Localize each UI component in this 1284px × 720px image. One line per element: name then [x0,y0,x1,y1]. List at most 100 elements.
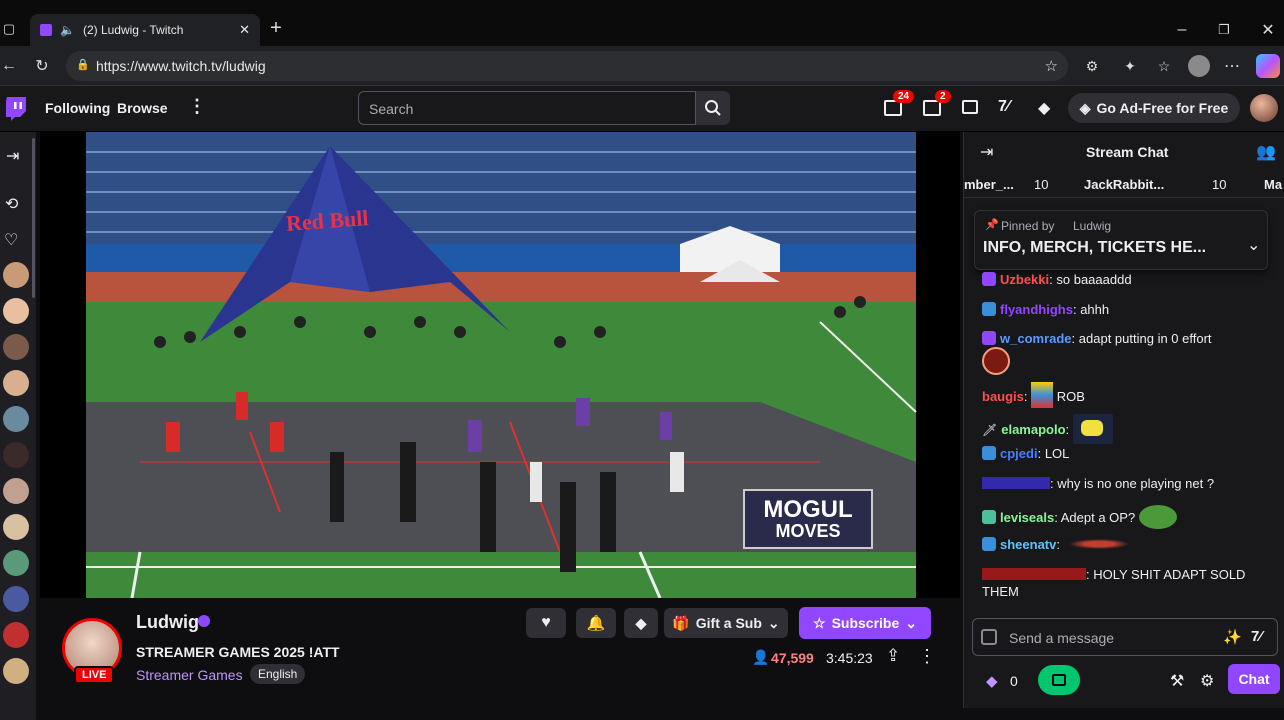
bits-icon[interactable]: 7⁄ [1251,628,1262,645]
notification-bell-button[interactable]: 🔔 [576,608,616,638]
channel-avatar[interactable] [3,478,29,504]
chat-username[interactable]: sheenatv [1000,537,1056,552]
redacted-username[interactable] [982,477,1050,489]
search-button[interactable] [696,91,730,125]
chat-username[interactable]: cpjedi [1000,446,1038,461]
back-icon[interactable]: ← [0,56,18,76]
leaderboard-name[interactable]: mber_... [964,177,1014,192]
subscribe-button[interactable]: ☆ Subscribe ⌄ [799,607,931,639]
stream-title: STREAMER GAMES 2025 !ATT [136,644,340,660]
badge-icon [982,446,996,460]
chevron-down-icon[interactable]: ⌄ [1247,235,1260,255]
channel-avatar[interactable] [3,334,29,360]
chat-username[interactable]: w_comrade [1000,331,1072,346]
uptime: 3:45:23 [826,650,873,666]
leaderboard-name[interactable]: Ma [1264,177,1282,192]
gift-count: 10 [1034,177,1049,192]
more-options-icon[interactable]: ⋮ [918,646,936,667]
category-link[interactable]: Streamer Games [136,667,243,683]
following-link[interactable]: Following [45,100,110,116]
profile-avatar[interactable] [1188,55,1210,77]
live-badge: LIVE [74,666,115,684]
chat-username[interactable]: elamapolo [1001,422,1065,437]
gift-sub-button[interactable]: 🎁 Gift a Sub ⌄ [664,608,788,638]
viewer-count: 47,599 [771,650,814,666]
close-window-icon[interactable]: ✕ [1258,20,1278,40]
browser-tab[interactable]: 🔈 (2) Ludwig - Twitch ✕ [30,14,260,46]
collapse-chat-icon[interactable]: ⇥ [980,142,993,162]
channel-avatar[interactable] [3,658,29,684]
streamer-name[interactable]: Ludwig [136,612,199,633]
redacted-username[interactable] [982,568,1086,580]
go-ad-free-button[interactable]: ◈ Go Ad-Free for Free [1068,93,1240,123]
channel-avatar[interactable] [3,442,29,468]
browse-link[interactable]: Browse [117,100,168,116]
chat-username[interactable]: Uzbekki [1000,272,1049,287]
chat-input[interactable]: Send a message ✨ 7⁄ [972,618,1278,656]
speaker-icon[interactable]: 🔈 [60,23,75,37]
extension-puzzle-icon[interactable]: ✦ [1120,56,1140,76]
gift-box-icon [1052,674,1066,686]
twitch-logo-icon[interactable] [4,96,28,122]
favorite-star-icon[interactable]: ☆ [1045,57,1058,75]
send-chat-label: Chat [1238,671,1270,687]
chat-username[interactable]: flyandhighs [1000,302,1073,317]
badge-icon [982,302,996,316]
chat-bubble-icon[interactable] [962,100,978,114]
emote-picker-left-icon[interactable] [981,629,997,645]
follow-heart-button[interactable]: ♥ [526,608,566,638]
mod-tools-icon[interactable]: ⚒ [1170,671,1184,691]
channel-avatar[interactable] [3,550,29,576]
settings-gear-icon[interactable]: ⚙ [1200,671,1214,691]
channel-avatar[interactable] [3,262,29,288]
send-chat-button[interactable]: Chat [1228,664,1280,694]
channel-avatar[interactable] [3,370,29,396]
channel-avatar[interactable] [3,514,29,540]
points-claim-button[interactable] [1038,665,1080,695]
chat-message: Uzbekki: so baaaaddd [982,271,1278,288]
sparkle-icon[interactable]: ✨ [1223,628,1242,646]
minimize-icon[interactable]: – [1172,20,1192,40]
chat-header-title: Stream Chat [1086,144,1169,160]
tab-title: (2) Ludwig - Twitch [82,23,184,37]
sidebar-scrollbar[interactable] [32,138,35,298]
channel-avatar[interactable] [3,298,29,324]
chat-text: ROB [1056,389,1085,404]
chat-text: adapt putting in 0 effort [1078,331,1212,346]
refresh-icon[interactable]: ↻ [32,56,52,76]
chat-text: so baaaaddd [1056,272,1132,287]
channel-points-icon[interactable]: ◆ [986,672,998,690]
search-input[interactable]: Search [358,91,696,125]
crown-prime-icon[interactable]: ◆ [1038,98,1050,118]
browser-tab-strip: ▢ 🔈 (2) Ludwig - Twitch ✕ + – ❐ ✕ [0,0,1284,46]
heart-icon[interactable]: ♡ [4,230,18,250]
channel-avatar[interactable] [3,406,29,432]
close-tab-icon[interactable]: ✕ [239,22,250,38]
new-tab-icon[interactable]: + [266,17,286,39]
channel-avatar[interactable] [3,586,29,612]
favorites-icon[interactable]: ☆ [1154,56,1174,76]
tab-actions-icon[interactable]: ▢ [0,20,18,38]
share-icon[interactable]: ⇪ [886,646,900,666]
prime-button[interactable]: ◆ [624,608,658,638]
language-tag[interactable]: English [250,664,306,684]
chat-username[interactable]: leviseals [1000,510,1054,525]
leaderboard-name[interactable]: JackRabbit... [1084,177,1164,192]
leaderboard-strip: mber_... 10 JackRabbit... 10 Ma [964,172,1284,198]
browser-menu-icon[interactable]: ⋯ [1222,56,1242,76]
chat-username[interactable]: baugis [982,389,1024,404]
followed-channels-sidebar: ⇥ ⟲ ♡ [0,132,36,720]
user-avatar[interactable] [1250,94,1278,122]
more-options-icon[interactable]: ⋮ [188,96,206,117]
maximize-icon[interactable]: ❐ [1214,20,1234,40]
url-field[interactable]: 🔒 https://www.twitch.tv/ludwig ☆ [66,51,1068,81]
extensions-icon[interactable]: ⚙ [1082,56,1102,76]
video-player[interactable]: Red Bull MOGUL MOVES [40,132,960,598]
channel-avatar[interactable] [3,622,29,648]
recommended-icon[interactable]: ⟲ [5,194,18,214]
community-icon[interactable]: 👥 [1256,142,1276,162]
bits-icon[interactable]: 7⁄ [998,98,1010,116]
pinned-message[interactable]: 📌 Pinned by Ludwig INFO, MERCH, TICKETS … [974,210,1268,270]
copilot-icon[interactable] [1256,54,1280,78]
expand-sidebar-icon[interactable]: ⇥ [6,146,19,166]
